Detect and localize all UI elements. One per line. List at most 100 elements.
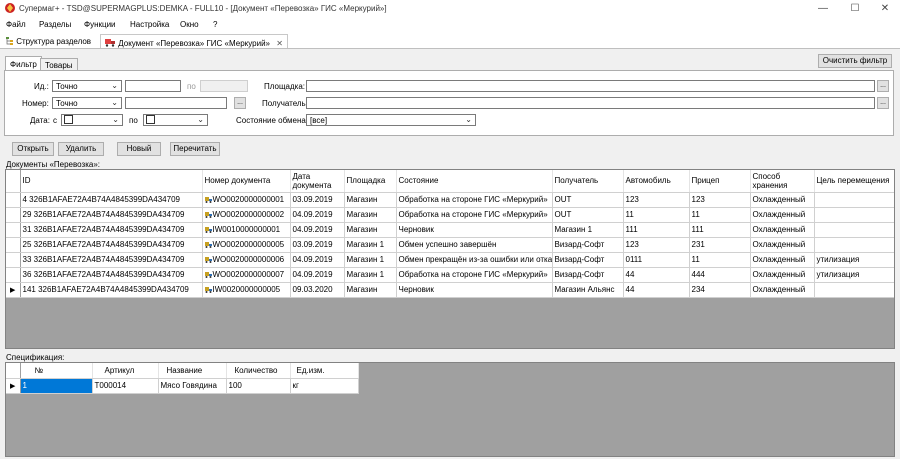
col-header-purpose[interactable]: Цель перемещения	[814, 170, 894, 193]
table-row[interactable]: 29 326B1AFAE72A4B74A4845399DA434709 WO002…	[6, 207, 894, 223]
cell-state[interactable]: Обработка на стороне ГИС «Меркурий»	[396, 267, 553, 283]
cell-trailer[interactable]: 111	[689, 222, 751, 238]
cell-receiver[interactable]: OUT	[552, 192, 624, 208]
cell-purpose[interactable]	[814, 192, 894, 208]
cell-vehicle[interactable]: 0111	[623, 252, 690, 268]
receiver-browse-button[interactable]: ...	[877, 97, 889, 109]
cell-place[interactable]: Магазин 1	[344, 237, 397, 253]
cell-trailer[interactable]: 231	[689, 237, 751, 253]
cell-receiver[interactable]: Визард-Софт	[552, 237, 624, 253]
col-header-id[interactable]: ID	[20, 170, 203, 193]
table-row[interactable]: 36 326B1AFAE72A4B74A4845399DA434709 WO002…	[6, 267, 894, 283]
cell-state[interactable]: Обработка на стороне ГИС «Меркурий»	[396, 192, 553, 208]
cell-trailer[interactable]: 444	[689, 267, 751, 283]
cell-id[interactable]: 29 326B1AFAE72A4B74A4845399DA434709	[20, 207, 203, 223]
cell-doc-date[interactable]: 04.09.2019	[290, 267, 345, 283]
menu-sections[interactable]: Разделы	[39, 20, 71, 29]
cell-purpose[interactable]	[814, 222, 894, 238]
row-selector[interactable]	[6, 267, 21, 283]
cell-state[interactable]: Обмен прекращён из-за ошибки или отказа	[396, 252, 553, 268]
cell-purpose[interactable]	[814, 282, 894, 298]
col-header-receiver[interactable]: Получатель	[552, 170, 624, 193]
delete-button[interactable]: Удалить	[58, 142, 104, 156]
cell-place[interactable]: Магазин	[344, 282, 397, 298]
cell-doc-date[interactable]: 04.09.2019	[290, 222, 345, 238]
cell-receiver[interactable]: Визард-Софт	[552, 267, 624, 283]
cell-place[interactable]: Магазин	[344, 207, 397, 223]
cell-storage[interactable]: Охлажденный	[750, 282, 815, 298]
cell-doc-number[interactable]: WO0020000000006	[202, 252, 291, 268]
col-header-place[interactable]: Площадка	[344, 170, 397, 193]
number-mode-select[interactable]: Точно ⌄	[52, 97, 122, 109]
reread-button[interactable]: Перечитать	[170, 142, 220, 156]
cell-doc-date[interactable]: 04.09.2019	[290, 252, 345, 268]
cell-place[interactable]: Магазин 1	[344, 267, 397, 283]
close-button[interactable]: ✕	[870, 1, 900, 16]
number-browse-button[interactable]: ...	[234, 97, 246, 109]
row-selector[interactable]: ▶	[6, 282, 21, 298]
row-selector[interactable]	[6, 222, 21, 238]
table-row[interactable]: 33 326B1AFAE72A4B74A4845399DA434709 WO002…	[6, 252, 894, 268]
cell-vehicle[interactable]: 111	[623, 222, 690, 238]
cell-article[interactable]: T000014	[92, 378, 159, 394]
cell-receiver[interactable]: Магазин 1	[552, 222, 624, 238]
col-header-state[interactable]: Состояние	[396, 170, 553, 193]
cell-purpose[interactable]	[814, 237, 894, 253]
minimize-button[interactable]: —	[808, 1, 838, 16]
cell-id[interactable]: 36 326B1AFAE72A4B74A4845399DA434709	[20, 267, 203, 283]
cell-state[interactable]: Обработка на стороне ГИС «Меркурий»	[396, 207, 553, 223]
cell-storage[interactable]: Охлажденный	[750, 252, 815, 268]
cell-id[interactable]: 4 326B1AFAE72A4B74A4845399DA434709	[20, 192, 203, 208]
cell-trailer[interactable]: 123	[689, 192, 751, 208]
cell-doc-number[interactable]: WO0020000000005	[202, 237, 291, 253]
place-browse-button[interactable]: ...	[877, 80, 889, 92]
cell-index[interactable]: 1	[20, 378, 93, 394]
table-row[interactable]: ▶ 1 T000014 Мясо Говядина 100 кг	[6, 378, 359, 394]
cell-quantity[interactable]: 100	[226, 378, 291, 394]
cell-place[interactable]: Магазин	[344, 192, 397, 208]
cell-place[interactable]: Магазин	[344, 222, 397, 238]
cell-vehicle[interactable]: 11	[623, 207, 690, 223]
id-to-input[interactable]	[200, 80, 248, 92]
cell-receiver[interactable]: Магазин Альянс	[552, 282, 624, 298]
table-row[interactable]: 4 326B1AFAE72A4B74A4845399DA434709 WO0020…	[6, 192, 894, 208]
cell-state[interactable]: Обмен успешно завершён	[396, 237, 553, 253]
table-row[interactable]: ▶ 141 326B1AFAE72A4B74A4845399DA434709 IW0…	[6, 282, 894, 298]
col-header-doc-date[interactable]: Дата документа	[290, 170, 345, 193]
cell-vehicle[interactable]: 123	[623, 237, 690, 253]
col-header-name[interactable]: Название	[158, 363, 227, 379]
table-row[interactable]: 31 326B1AFAE72A4B74A4845399DA434709 IW001…	[6, 222, 894, 238]
col-header-doc-number[interactable]: Номер документа	[202, 170, 291, 193]
menu-functions[interactable]: Функции	[84, 20, 116, 29]
menu-help[interactable]: ?	[213, 20, 217, 29]
cell-id[interactable]: 33 326B1AFAE72A4B74A4845399DA434709	[20, 252, 203, 268]
cell-vehicle[interactable]: 123	[623, 192, 690, 208]
col-header-unit[interactable]: Ед.изм.	[290, 363, 359, 379]
date-to-checkbox[interactable]	[146, 115, 155, 124]
row-selector[interactable]: ▶	[6, 378, 21, 394]
tab-structure[interactable]: Структура разделов	[2, 34, 95, 48]
date-from-checkbox[interactable]	[64, 115, 73, 124]
cell-doc-number[interactable]: WO0020000000002	[202, 207, 291, 223]
cell-place[interactable]: Магазин 1	[344, 252, 397, 268]
menu-file[interactable]: Файл	[6, 20, 26, 29]
col-header-quantity[interactable]: Количество	[226, 363, 291, 379]
new-button[interactable]: Новый	[117, 142, 161, 156]
receiver-input[interactable]	[306, 97, 875, 109]
cell-storage[interactable]: Охлажденный	[750, 267, 815, 283]
cell-storage[interactable]: Охлажденный	[750, 237, 815, 253]
cell-purpose[interactable]	[814, 207, 894, 223]
cell-doc-date[interactable]: 03.09.2019	[290, 192, 345, 208]
row-selector[interactable]	[6, 252, 21, 268]
cell-receiver[interactable]: Визард-Софт	[552, 252, 624, 268]
cell-trailer[interactable]: 234	[689, 282, 751, 298]
row-selector[interactable]	[6, 237, 21, 253]
cell-id[interactable]: 31 326B1AFAE72A4B74A4845399DA434709	[20, 222, 203, 238]
maximize-button[interactable]: ☐	[840, 1, 870, 16]
cell-doc-number[interactable]: WO0020000000007	[202, 267, 291, 283]
id-from-input[interactable]	[125, 80, 181, 92]
cell-doc-date[interactable]: 03.09.2019	[290, 237, 345, 253]
cell-name[interactable]: Мясо Говядина	[158, 378, 227, 394]
menu-settings[interactable]: Настройка	[130, 20, 169, 29]
table-row[interactable]: 25 326B1AFAE72A4B74A4845399DA434709 WO002…	[6, 237, 894, 253]
